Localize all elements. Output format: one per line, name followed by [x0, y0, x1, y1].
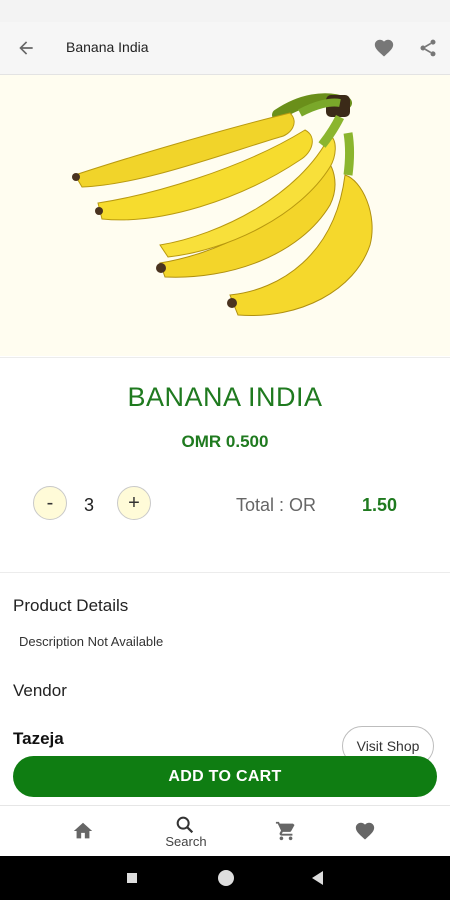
- back-arrow-icon[interactable]: [14, 36, 38, 60]
- product-details-heading: Product Details: [13, 596, 129, 615]
- total-label: Total : OR: [236, 495, 317, 515]
- system-navigation-bar: [0, 856, 450, 900]
- search-icon: [176, 816, 194, 834]
- quantity-value: 3: [84, 495, 95, 515]
- product-name: BANANA INDIA: [127, 382, 323, 412]
- total-value: 1.50: [362, 495, 398, 515]
- nav-favorites[interactable]: [326, 806, 406, 857]
- recents-icon[interactable]: [127, 873, 137, 883]
- nav-cart[interactable]: [247, 806, 327, 857]
- bottom-navigation: Search: [0, 805, 450, 857]
- back-system-icon[interactable]: [312, 871, 323, 885]
- status-bar: [0, 0, 450, 22]
- product-image: [0, 75, 450, 356]
- cart-icon: [275, 821, 295, 841]
- add-to-cart-button[interactable]: ADD TO CART: [13, 756, 437, 797]
- product-price: OMR 0.500: [181, 432, 269, 451]
- share-icon[interactable]: [416, 36, 440, 60]
- home-icon: [73, 822, 93, 839]
- vendor-heading: Vendor: [13, 681, 67, 700]
- vendor-name: Tazeja: [13, 729, 64, 748]
- nav-search-label: Search: [165, 834, 207, 849]
- home-system-icon[interactable]: [218, 870, 234, 886]
- page-title: Banana India: [66, 39, 149, 55]
- app-bar: Banana India: [0, 22, 450, 75]
- decrease-quantity-button[interactable]: -: [33, 486, 67, 520]
- favorite-heart-icon[interactable]: [372, 36, 396, 60]
- heart-icon: [355, 822, 375, 840]
- divider: [0, 572, 450, 573]
- nav-home[interactable]: [44, 806, 124, 857]
- increase-quantity-button[interactable]: +: [117, 486, 151, 520]
- nav-search[interactable]: Search: [146, 806, 226, 857]
- product-description: Description Not Available: [19, 634, 164, 649]
- divider: [0, 357, 450, 358]
